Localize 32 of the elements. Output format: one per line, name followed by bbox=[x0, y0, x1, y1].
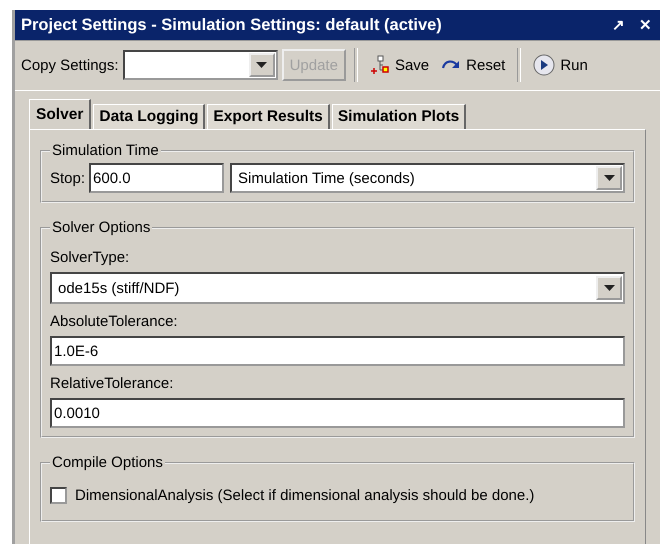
copy-settings-label: Copy Settings: bbox=[21, 56, 119, 74]
checkbox[interactable] bbox=[50, 487, 67, 504]
hierarchy-icon bbox=[370, 55, 390, 75]
dropdown-arrow-icon bbox=[604, 285, 614, 291]
tab[interactable]: Solver bbox=[29, 99, 92, 129]
stop-field[interactable]: 600.0 bbox=[89, 163, 224, 193]
group-title: Compile Options bbox=[51, 454, 164, 471]
field-label: RelativeTolerance: bbox=[50, 375, 174, 392]
tolerance-field[interactable]: 0.0010 bbox=[50, 398, 625, 428]
stop-label: Stop: bbox=[50, 170, 86, 186]
field-label: SolverType: bbox=[50, 249, 130, 266]
window-control-button[interactable]: ↗ bbox=[608, 16, 629, 34]
tab[interactable]: Data Logging bbox=[93, 104, 206, 129]
tab[interactable]: Export Results bbox=[207, 104, 330, 129]
dropdown-arrow-icon bbox=[604, 175, 614, 181]
redo-arrow-icon bbox=[441, 59, 462, 71]
save-button[interactable]: Save bbox=[366, 55, 434, 75]
group-title: Simulation Time bbox=[51, 142, 160, 159]
tab[interactable]: Simulation Plots bbox=[332, 104, 466, 129]
checkbox-label: DimensionalAnalysis (Select if dimensional analysis should be done.) bbox=[75, 487, 534, 504]
solver-type-dropdown[interactable]: ode15s (stiff/NDF) bbox=[50, 272, 625, 304]
run-button[interactable]: Run bbox=[529, 54, 592, 76]
dropdown-arrow-icon bbox=[256, 62, 268, 68]
time-units-dropdown[interactable]: Simulation Time (seconds) bbox=[230, 163, 625, 193]
play-icon bbox=[533, 54, 556, 76]
window-control-button[interactable]: ✕ bbox=[635, 16, 656, 34]
group-title: Solver Options bbox=[51, 219, 152, 236]
tolerance-field[interactable]: 1.0E-6 bbox=[50, 336, 625, 366]
copy-settings-dropdown[interactable] bbox=[122, 50, 278, 80]
reset-button[interactable]: Reset bbox=[437, 56, 510, 74]
field-label: AbsoluteTolerance: bbox=[50, 313, 179, 330]
window-title: Project Settings - Simulation Settings: default (active) bbox=[21, 16, 443, 34]
